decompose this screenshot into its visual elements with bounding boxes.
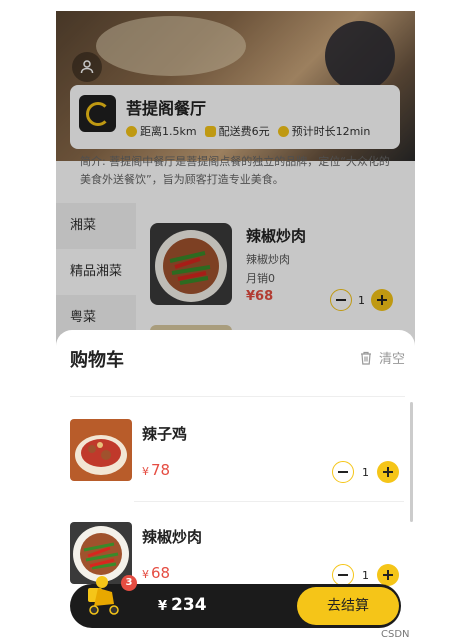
cart-item-qty: 1 (362, 465, 369, 479)
watermark: CSDN @Champagne_7 (381, 629, 410, 639)
cart-count-badge: 3 (121, 575, 137, 591)
trash-icon (360, 351, 371, 365)
cart-title: 购物车 (70, 350, 124, 371)
cart-item-name: 辣椒炒肉 (142, 528, 203, 546)
clear-cart-label: 清空 (378, 352, 405, 367)
cart-item-image (70, 419, 132, 481)
cart-item-price: ¥68 (142, 564, 171, 582)
phone-screen: 菩提阁餐厅 距离1.5km 配送费6元 预计时长12min 简介: 菩提阁中餐厅… (56, 11, 415, 639)
minus-button[interactable] (332, 461, 354, 483)
cart-item-price: ¥78 (142, 461, 171, 479)
cart-item-qty: 1 (362, 568, 369, 582)
cart-item-stepper: 1 (332, 564, 399, 586)
scrollbar[interactable] (410, 402, 413, 522)
cart-item-stepper: 1 (332, 461, 399, 483)
cart-item: 辣子鸡 ¥78 1 (70, 419, 404, 509)
cart-total: ¥234 (158, 595, 207, 615)
checkout-button[interactable]: 去结算 (297, 587, 399, 625)
plus-button[interactable] (377, 564, 399, 586)
divider (134, 501, 404, 502)
minus-button[interactable] (332, 564, 354, 586)
divider (70, 396, 405, 397)
cart-bar: 3 ¥234 去结算 (70, 575, 401, 628)
plus-button[interactable] (377, 461, 399, 483)
clear-cart-button[interactable]: 清空 (359, 348, 405, 367)
courier-icon[interactable] (80, 570, 126, 616)
cart-item-name: 辣子鸡 (142, 425, 188, 443)
